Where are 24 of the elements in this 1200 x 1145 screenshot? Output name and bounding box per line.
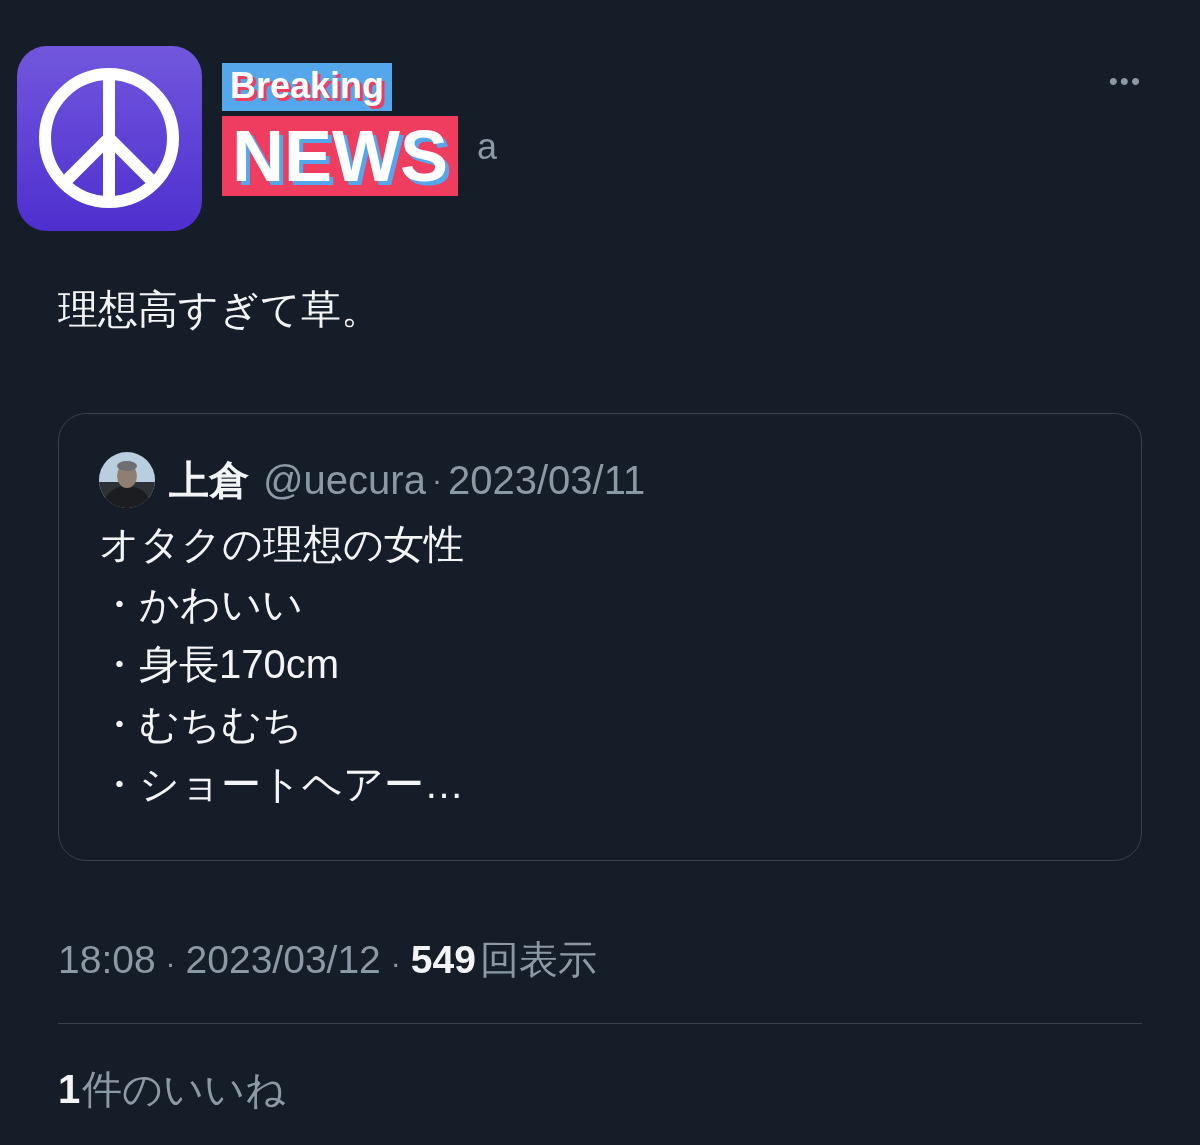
- post-text: 理想高すぎて草。: [58, 286, 382, 333]
- quote-text-line: ・ショートヘアー…: [99, 761, 465, 808]
- post-time: 18:08: [58, 938, 156, 982]
- author-name: 上倉: [169, 456, 249, 504]
- breaking-label: Breaking: [222, 63, 393, 111]
- view-count: 549: [410, 938, 476, 982]
- news-label: NEWS: [222, 116, 458, 196]
- like-count[interactable]: 1: [58, 1067, 81, 1112]
- post-date: 2023/03/12: [185, 938, 381, 982]
- quote-text-line: オタクの理想の女性: [99, 521, 465, 568]
- user-handle: a: [477, 126, 498, 168]
- more-button[interactable]: •••: [1108, 66, 1142, 97]
- quote-text-line: ・身長170cm: [99, 641, 341, 688]
- author-handle: @uecura: [263, 457, 426, 503]
- post-date: 2023/03/11: [447, 457, 646, 503]
- separator-dot: ·: [390, 946, 401, 980]
- peace-icon: [17, 46, 202, 231]
- likes-label[interactable]: 件のいいね: [82, 1062, 287, 1117]
- separator-dot: ·: [165, 946, 176, 980]
- views-label: 回表示: [479, 937, 597, 983]
- quote-text-line: ・むちむち: [99, 701, 304, 748]
- separator-dot: ·: [431, 463, 442, 497]
- quote-text-line: ・かわいい: [99, 581, 304, 628]
- quoted-post[interactable]: 上倉 @uecura·2023/03/11 オタクの理想の女性 ・かわいい ・身長170cm ・むちむち ・ショートヘアー…: [58, 413, 1142, 861]
